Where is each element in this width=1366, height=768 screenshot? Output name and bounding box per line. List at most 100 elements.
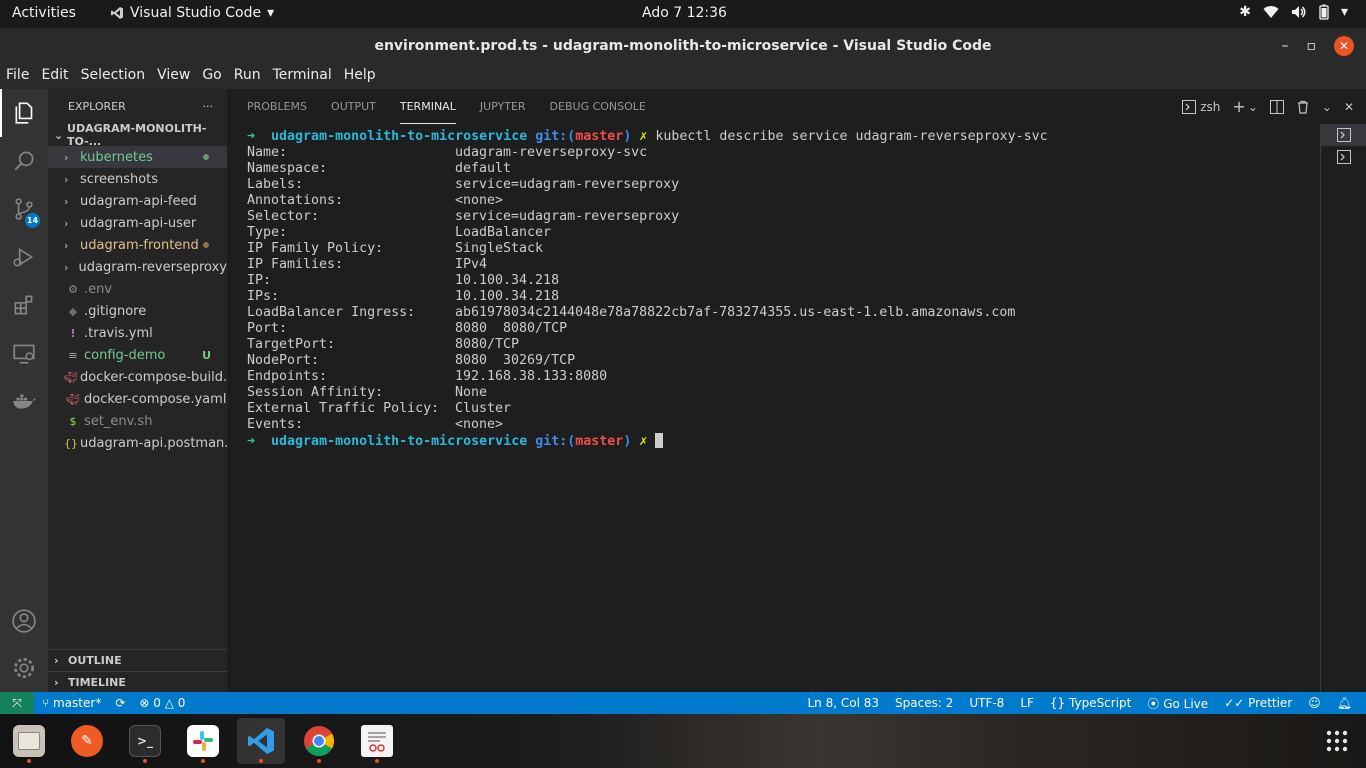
terminal-field-value: <none> xyxy=(455,417,504,432)
menu-view[interactable]: View xyxy=(151,64,196,89)
tree-file-travis-yml[interactable]: ! .travis.yml xyxy=(48,322,227,344)
more-actions-icon[interactable]: ··· xyxy=(203,100,214,113)
chevron-down-icon[interactable]: ⌄ xyxy=(1248,100,1258,114)
go-live[interactable]: ⦿ Go Live xyxy=(1147,695,1208,712)
tab-terminal[interactable]: TERMINAL xyxy=(399,89,456,124)
source-control-icon[interactable]: 14 xyxy=(0,185,48,233)
tree-file-env[interactable]: ⚙ .env xyxy=(48,278,227,300)
tab-debug-console[interactable]: DEBUG CONSOLE xyxy=(550,89,646,124)
maximize-panel-icon[interactable]: ⌄ xyxy=(1322,100,1332,114)
menu-terminal[interactable]: Terminal xyxy=(267,64,338,89)
problems-status[interactable]: ⊗ 0 △ 0 xyxy=(139,696,185,710)
menu-run[interactable]: Run xyxy=(228,64,267,89)
tree-file-docker-compose-build[interactable]: 🐳︎ docker-compose-build... xyxy=(48,366,227,388)
indentation[interactable]: Spaces: 2 xyxy=(895,696,953,710)
remote-explorer-icon[interactable] xyxy=(0,329,48,377)
app-menu[interactable]: Visual Studio Code ▾ xyxy=(110,5,274,21)
workspace-root[interactable]: ⌄ UDAGRAM-MONOLITH-TO-... xyxy=(48,122,227,148)
text-editor-icon xyxy=(361,725,393,757)
dock-terminal[interactable]: >_ xyxy=(121,718,169,764)
scm-badge: 14 xyxy=(25,213,40,228)
tree-file-config-demo[interactable]: ≡ config-demo U xyxy=(48,344,227,366)
encoding[interactable]: UTF-8 xyxy=(969,696,1004,710)
tree-file-docker-compose-yaml[interactable]: 🐳︎ docker-compose.yaml xyxy=(48,388,227,410)
terminal-field-row: IP Family Policy: SingleStack xyxy=(247,241,1317,257)
tree-folder-udagram-api-feed[interactable]: › udagram-api-feed xyxy=(48,190,227,212)
terminal-instance-2[interactable] xyxy=(1321,146,1366,168)
menu-help[interactable]: Help xyxy=(338,64,382,89)
tab-jupyter[interactable]: JUPYTER xyxy=(480,89,526,124)
settings-gear-icon[interactable] xyxy=(0,644,48,692)
timeline-section[interactable]: › TIMELINE xyxy=(48,671,227,693)
modified-dot xyxy=(203,242,209,248)
terminal-instance-1[interactable] xyxy=(1321,124,1366,146)
tree-file-gitignore[interactable]: ◆ .gitignore xyxy=(48,300,227,322)
chevron-right-icon: › xyxy=(64,260,69,274)
tree-file-udagram-api-postman[interactable]: {} udagram-api.postman... xyxy=(48,432,227,454)
terminal-field-value: udagram-reverseproxy-svc xyxy=(455,145,648,160)
notifications-bell-icon[interactable]: 🔔︎ xyxy=(1337,696,1352,710)
menu-go[interactable]: Go xyxy=(196,64,227,89)
terminal-field-value: <none> xyxy=(455,193,504,208)
status-left: ⑂ master* ⟳ ⊗ 0 △ 0 xyxy=(42,692,185,714)
menu-edit[interactable]: Edit xyxy=(35,64,74,89)
shell-selector[interactable]: zsh xyxy=(1182,99,1220,114)
tab-output[interactable]: OUTPUT xyxy=(331,89,376,124)
tree-folder-screenshots[interactable]: › screenshots xyxy=(48,168,227,190)
yaml-icon: ! xyxy=(70,326,76,340)
tree-folder-udagram-reverseproxy[interactable]: › udagram-reverseproxy xyxy=(48,256,227,278)
accounts-icon[interactable] xyxy=(0,597,48,645)
extensions-icon[interactable] xyxy=(0,281,48,329)
split-terminal-icon[interactable] xyxy=(1269,99,1284,114)
system-tray[interactable]: ✱ ▾ xyxy=(1239,4,1348,20)
new-terminal-icon[interactable]: + xyxy=(1232,97,1245,116)
explorer-icon[interactable] xyxy=(0,89,48,137)
language-mode[interactable]: {} TypeScript xyxy=(1050,696,1131,710)
terminal-instances xyxy=(1320,124,1366,692)
feedback-icon[interactable]: ☺ xyxy=(1308,696,1321,710)
tree-file-set-env-sh[interactable]: $ set_env.sh xyxy=(48,410,227,432)
app-menu-label: Visual Studio Code xyxy=(130,5,262,21)
terminal-fields: Name: udagram-reverseproxy-svc Namespace: d… xyxy=(247,145,1317,433)
prompt-arrow: ➜ xyxy=(247,434,256,449)
tab-problems[interactable]: PROBLEMS xyxy=(247,89,307,124)
cursor-position[interactable]: Ln 8, Col 83 xyxy=(808,696,880,710)
run-debug-icon[interactable] xyxy=(0,233,48,281)
dock-files[interactable] xyxy=(5,718,53,764)
dock-chrome[interactable] xyxy=(295,718,343,764)
slack-tray-icon[interactable]: ✱ xyxy=(1239,4,1251,20)
remote-indicator-icon[interactable]: ⤧ xyxy=(0,692,34,714)
end-of-line[interactable]: LF xyxy=(1020,696,1034,710)
activities-button[interactable]: Activities xyxy=(12,5,76,21)
close-icon[interactable]: ✕ xyxy=(1334,36,1354,56)
terminal-field-row: Selector: service=udagram-reverseproxy xyxy=(247,209,1317,225)
dock-slack[interactable] xyxy=(179,718,227,764)
tree-folder-udagram-api-user[interactable]: › udagram-api-user xyxy=(48,212,227,234)
close-panel-icon[interactable]: ✕ xyxy=(1344,100,1354,114)
search-icon[interactable] xyxy=(0,137,48,185)
menu-selection[interactable]: Selection xyxy=(75,64,152,89)
status-bar: ⤧ ⑂ master* ⟳ ⊗ 0 △ 0 Ln 8, Col 83 Space… xyxy=(0,692,1366,714)
prettier[interactable]: ✓✓ Prettier xyxy=(1224,696,1292,710)
terminal-field-key: Selector: xyxy=(247,209,320,224)
chevron-right-icon: › xyxy=(64,238,69,252)
tree-folder-udagram-frontend[interactable]: › udagram-frontend xyxy=(48,234,227,256)
menu-file[interactable]: File xyxy=(0,64,35,89)
tree-folder-kubernetes[interactable]: › kubernetes xyxy=(48,146,227,168)
minimize-icon[interactable]: – xyxy=(1282,28,1289,64)
clock[interactable]: Ado 7 12:36 xyxy=(642,5,727,21)
dock-text-editor[interactable] xyxy=(353,718,401,764)
docker-icon[interactable] xyxy=(0,377,48,425)
sync-icon[interactable]: ⟳ xyxy=(115,696,125,710)
dock-postman[interactable]: ✎ xyxy=(63,718,111,764)
workspace-root-label: UDAGRAM-MONOLITH-TO-... xyxy=(67,122,207,148)
system-menu-chevron-icon[interactable]: ▾ xyxy=(1341,4,1348,20)
branch-status[interactable]: ⑂ master* xyxy=(42,696,101,710)
terminal-output[interactable]: ➜ udagram-monolith-to-microservice git:(… xyxy=(247,129,1317,450)
gear-icon: ⚙ xyxy=(68,282,78,296)
show-applications-button[interactable] xyxy=(1313,718,1361,764)
maximize-icon[interactable]: ▫ xyxy=(1307,28,1317,64)
trash-icon[interactable] xyxy=(1296,100,1310,114)
outline-section[interactable]: › OUTLINE xyxy=(48,649,227,671)
dock-vscode[interactable] xyxy=(237,718,285,764)
